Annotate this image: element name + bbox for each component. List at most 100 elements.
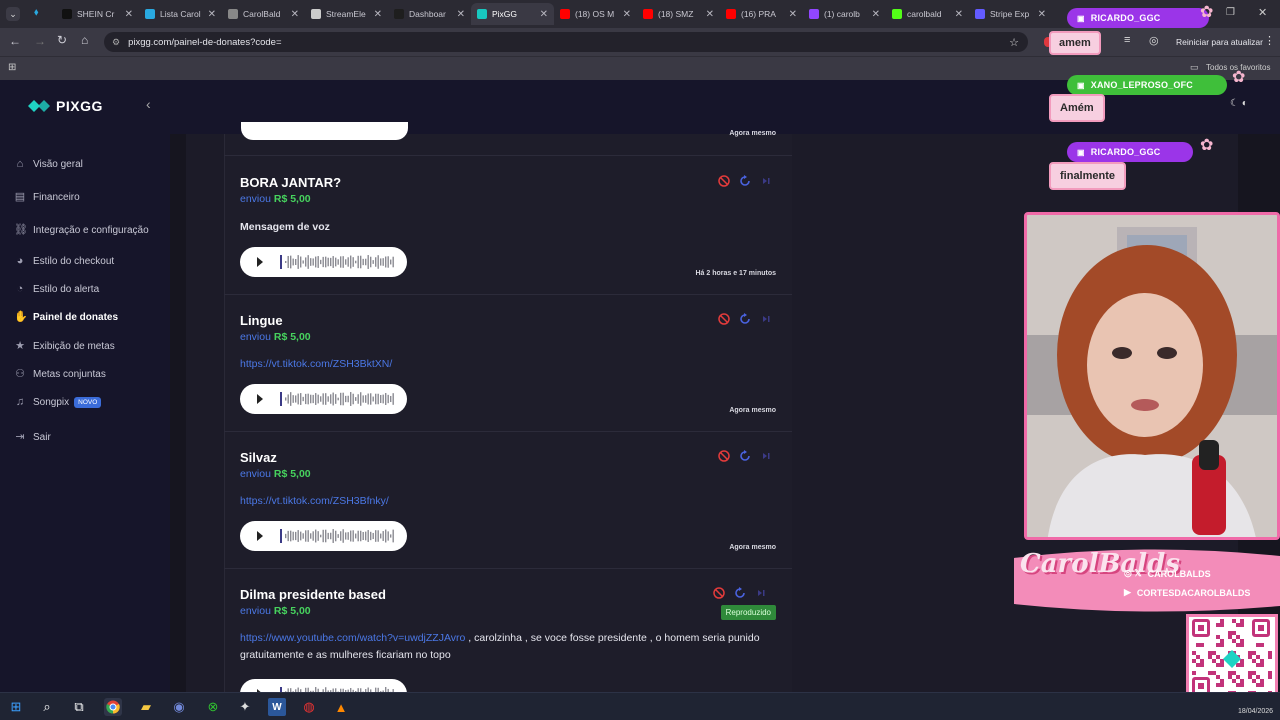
skip-icon[interactable]	[760, 450, 772, 462]
close-tab-icon[interactable]: ✕	[287, 9, 299, 20]
audio-player-partial[interactable]	[241, 122, 408, 140]
forward-icon[interactable]: →	[34, 35, 46, 47]
vlc-icon[interactable]: ▲	[332, 698, 350, 716]
play-icon[interactable]	[257, 531, 263, 541]
sidebar-item[interactable]: ⌂ Visão geral	[14, 158, 83, 170]
close-tab-icon[interactable]: ✕	[121, 9, 133, 20]
sidebar-item[interactable]: ▤ Financeiro	[14, 191, 80, 203]
browser-tab[interactable]: PixGG ✕	[471, 3, 554, 25]
apps-grid-icon[interactable]: ⊞	[8, 62, 16, 73]
browser-tab[interactable]: Lista Carol ✕	[139, 3, 222, 25]
reload-icon[interactable]: ↻	[57, 34, 67, 47]
close-tab-icon[interactable]: ✕	[619, 9, 631, 20]
sidebar-item[interactable]: ✋ Painel de donates	[14, 311, 118, 323]
close-tab-icon[interactable]: ✕	[536, 9, 548, 20]
sidebar-item[interactable]: ♫ Songpix NOVO	[14, 396, 102, 408]
qr-module	[1240, 639, 1244, 643]
close-tab-icon[interactable]: ✕	[204, 9, 216, 20]
reading-list-icon[interactable]: ≡	[1124, 34, 1130, 46]
restore-window-icon[interactable]: ❐	[1226, 7, 1235, 18]
qr-module	[1220, 659, 1224, 663]
site-info-icon[interactable]: ⚙	[112, 37, 120, 48]
sent-label: enviou	[240, 468, 271, 480]
home-icon[interactable]: ⌂	[81, 34, 88, 47]
close-tab-icon[interactable]: ✕	[1034, 9, 1046, 20]
browser-tab[interactable]: Dashboar ✕	[388, 3, 471, 25]
chrome-icon[interactable]	[104, 698, 122, 716]
browser-tab[interactable]: (1) carolb ✕	[803, 3, 886, 25]
close-tab-icon[interactable]: ✕	[453, 9, 465, 20]
browser-tab[interactable]: CarolBald ✕	[222, 3, 305, 25]
windows-start-icon[interactable]: ⊞	[7, 698, 25, 716]
close-tab-icon[interactable]: ✕	[785, 9, 797, 20]
browser-tab[interactable]: (16) PRA ✕	[720, 3, 803, 25]
waveform[interactable]	[280, 254, 395, 270]
browser-tab[interactable]: carolbald ✕	[886, 3, 969, 25]
close-window-icon[interactable]: ✕	[1258, 6, 1267, 19]
reload-to-update-button[interactable]: Reiniciar para atualizar	[1176, 37, 1263, 47]
pixgg-logo[interactable]: PIXGG	[28, 98, 103, 114]
url-bar[interactable]: ⚙ pixgg.com/painel-de-donates?code= ☆	[104, 32, 1028, 52]
donation-message: Mensagem de voz	[240, 221, 330, 233]
block-icon[interactable]	[718, 313, 730, 325]
donation-link[interactable]: https://www.youtube.com/watch?v=uwdjZZJA…	[240, 632, 465, 644]
play-icon[interactable]	[257, 394, 263, 404]
block-icon[interactable]	[713, 587, 725, 599]
browser-tab[interactable]: StreamEle ✕	[305, 3, 388, 25]
sidebar-item[interactable]: ★ Exibição de metas	[14, 340, 115, 352]
pinned-tab-icon[interactable]: ⬧	[34, 8, 44, 18]
browser-tab[interactable]: (18) OS M ✕	[554, 3, 637, 25]
donation-link[interactable]: https://vt.tiktok.com/ZSH3BktXN/	[240, 358, 392, 370]
tab-search-icon[interactable]: ⌄	[6, 7, 20, 21]
skip-icon[interactable]	[760, 313, 772, 325]
browser-tab[interactable]: (18) SMZ ✕	[637, 3, 720, 25]
browser-tab[interactable]: Stripe Exp ✕	[969, 3, 1052, 25]
replay-icon[interactable]	[739, 313, 751, 325]
sidebar-item[interactable]: ⇥ Sair	[14, 431, 50, 443]
bookmark-star-icon[interactable]: ☆	[1009, 36, 1019, 49]
waveform-bar	[285, 533, 287, 539]
waveform[interactable]	[280, 391, 395, 407]
close-tab-icon[interactable]: ✕	[370, 9, 382, 20]
word-icon[interactable]: W	[268, 698, 286, 716]
amount-value: R$ 5,00	[273, 468, 311, 480]
close-tab-icon[interactable]: ✕	[702, 9, 714, 20]
skip-icon[interactable]	[755, 587, 767, 599]
browser-tab[interactable]: SHEIN Cr ✕	[56, 3, 139, 25]
waveform-bar	[385, 256, 387, 268]
file-explorer-icon[interactable]: ▰	[137, 698, 155, 716]
search-icon[interactable]: ⌕	[38, 698, 56, 716]
waveform-bar	[367, 255, 369, 269]
close-tab-icon[interactable]: ✕	[868, 9, 880, 20]
replay-icon[interactable]	[734, 587, 746, 599]
audio-player[interactable]	[240, 384, 407, 414]
replay-icon[interactable]	[739, 450, 751, 462]
theme-toggle[interactable]: ☾ ◐	[1230, 98, 1248, 109]
skip-icon[interactable]	[760, 175, 772, 187]
audio-player[interactable]	[240, 679, 407, 692]
collapse-sidebar-icon[interactable]: ‹	[146, 96, 151, 112]
audio-player[interactable]	[240, 247, 407, 277]
replay-icon[interactable]	[739, 175, 751, 187]
block-icon[interactable]	[718, 175, 730, 187]
block-icon[interactable]	[718, 450, 730, 462]
play-icon[interactable]	[257, 257, 263, 267]
sidebar-item[interactable]: ⛓ Integração e configuração	[14, 224, 149, 236]
qr-module	[1220, 663, 1224, 667]
xbox-icon[interactable]: ⊗	[204, 698, 222, 716]
menu-kebab-icon[interactable]: ⋮	[1264, 34, 1275, 47]
waveform[interactable]	[280, 528, 395, 544]
brand-banner: CarolBalds ◎ 𝕏 CAROLBALDS ▶ CORTESDACAROLB…	[1014, 548, 1280, 614]
audio-player[interactable]	[240, 521, 407, 551]
profile-icon[interactable]: ◎	[1149, 34, 1159, 47]
donation-link[interactable]: https://vt.tiktok.com/ZSH3Bfnky/	[240, 495, 389, 507]
close-tab-icon[interactable]: ✕	[951, 9, 963, 20]
discord-icon[interactable]: ◉	[170, 698, 188, 716]
sidebar-item[interactable]: ⚇ Metas conjuntas	[14, 368, 106, 380]
task-view-icon[interactable]: ⧉	[70, 698, 88, 716]
back-icon[interactable]: ←	[9, 35, 21, 47]
obs-icon[interactable]: ◍	[300, 698, 318, 716]
sidebar-item[interactable]: ◕ Estilo do checkout	[14, 255, 115, 267]
sidebar-item[interactable]: ◔ Estilo do alerta	[14, 283, 99, 295]
app-icon[interactable]: ✦	[236, 698, 254, 716]
